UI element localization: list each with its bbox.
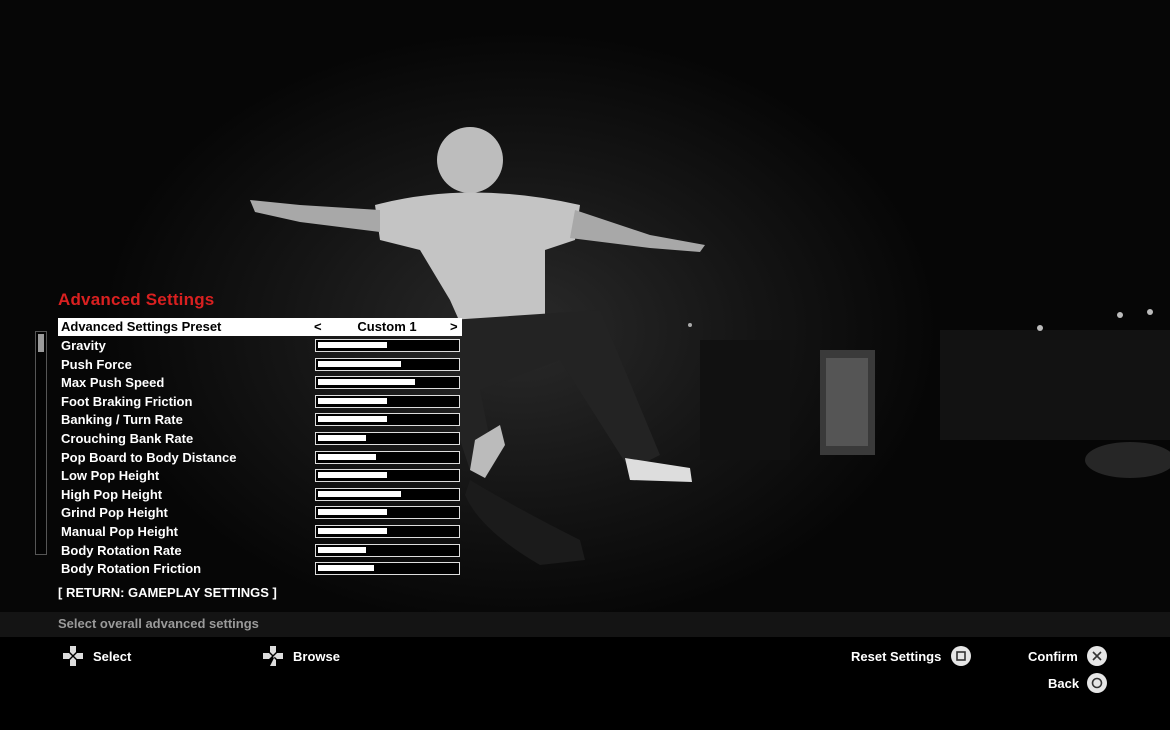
setting-slider[interactable] [315, 487, 460, 501]
setting-row[interactable]: High Pop Height [58, 486, 462, 504]
return-gameplay-settings-link[interactable]: [ RETURN: GAMEPLAY SETTINGS ] [58, 585, 277, 600]
browse-control-label[interactable]: Browse [293, 649, 340, 664]
setting-row[interactable]: Manual Pop Height [58, 523, 462, 541]
slider-fill [318, 528, 387, 534]
setting-label: Grind Pop Height [61, 505, 168, 521]
scrollbar-thumb[interactable] [38, 334, 44, 352]
select-control-label[interactable]: Select [93, 649, 131, 664]
slider-fill [318, 360, 401, 367]
preset-selector-row[interactable]: Advanced Settings Preset < Custom 1 > [58, 318, 462, 336]
setting-slider[interactable] [315, 525, 460, 538]
setting-row[interactable]: Low Pop Height [58, 467, 462, 485]
setting-slider[interactable] [315, 376, 460, 390]
setting-row[interactable]: Max Push Speed [58, 374, 462, 392]
setting-slider[interactable] [315, 432, 460, 445]
slider-fill [318, 397, 387, 404]
slider-fill [318, 342, 387, 348]
slider-fill [318, 546, 366, 553]
slider-fill [318, 509, 387, 516]
setting-row[interactable]: Pop Board to Body Distance [58, 449, 462, 467]
setting-row[interactable]: Foot Braking Friction [58, 393, 462, 411]
setting-slider[interactable] [315, 450, 460, 464]
setting-slider[interactable] [315, 506, 460, 520]
setting-slider[interactable] [315, 562, 460, 576]
setting-label: Body Rotation Rate [61, 542, 182, 558]
reset-settings-label[interactable]: Reset Settings [851, 649, 941, 664]
setting-label: Low Pop Height [61, 468, 160, 484]
dpad-icon [63, 646, 83, 666]
setting-row[interactable]: Crouching Bank Rate [58, 430, 462, 448]
setting-label: High Pop Height [61, 486, 163, 502]
circle-button-icon[interactable] [1087, 673, 1107, 693]
setting-slider[interactable] [315, 357, 460, 371]
setting-row[interactable]: Body Rotation Rate [58, 542, 462, 560]
setting-slider[interactable] [315, 543, 460, 557]
slider-fill [318, 435, 366, 441]
setting-label: Banking / Turn Rate [61, 412, 183, 428]
preset-prev-arrow[interactable]: < [314, 319, 322, 334]
setting-label: Body Rotation Friction [61, 561, 202, 577]
setting-label: Gravity [61, 338, 106, 353]
back-label[interactable]: Back [1048, 676, 1079, 691]
menu-scrollbar[interactable] [35, 331, 47, 555]
setting-label: Max Push Speed [61, 375, 165, 391]
setting-label: Crouching Bank Rate [61, 431, 194, 446]
dpad-icon [263, 646, 283, 666]
setting-row[interactable]: Grind Pop Height [58, 504, 462, 522]
page-title: Advanced Settings [58, 290, 215, 309]
setting-slider[interactable] [315, 394, 460, 408]
slider-fill [318, 453, 376, 460]
setting-label: Pop Board to Body Distance [61, 449, 237, 465]
slider-fill [318, 379, 415, 386]
slider-fill [318, 416, 387, 423]
setting-row[interactable]: Body Rotation Friction [58, 560, 462, 578]
hint-text: Select overall advanced settings [58, 616, 259, 631]
setting-label: Manual Pop Height [61, 524, 178, 539]
setting-row[interactable]: Gravity [58, 337, 462, 355]
preset-value: Custom 1 [357, 319, 417, 334]
preset-label: Advanced Settings Preset [61, 319, 222, 334]
setting-label: Push Force [61, 356, 132, 372]
controls-footer: Select Browse Reset Settings Confirm Bac… [0, 637, 1170, 730]
setting-slider[interactable] [315, 339, 460, 352]
slider-fill [318, 565, 374, 572]
setting-row[interactable]: Push Force [58, 356, 462, 374]
slider-fill [318, 472, 387, 479]
preset-next-arrow[interactable]: > [450, 319, 458, 334]
setting-slider[interactable] [315, 413, 460, 427]
hint-bar: Select overall advanced settings [0, 612, 1170, 637]
setting-label: Foot Braking Friction [61, 393, 193, 409]
slider-fill [318, 490, 401, 497]
confirm-label[interactable]: Confirm [1028, 649, 1078, 664]
setting-row[interactable]: Banking / Turn Rate [58, 411, 462, 429]
square-button-icon[interactable] [951, 646, 971, 666]
setting-slider[interactable] [315, 469, 460, 483]
cross-button-icon[interactable] [1087, 646, 1107, 666]
